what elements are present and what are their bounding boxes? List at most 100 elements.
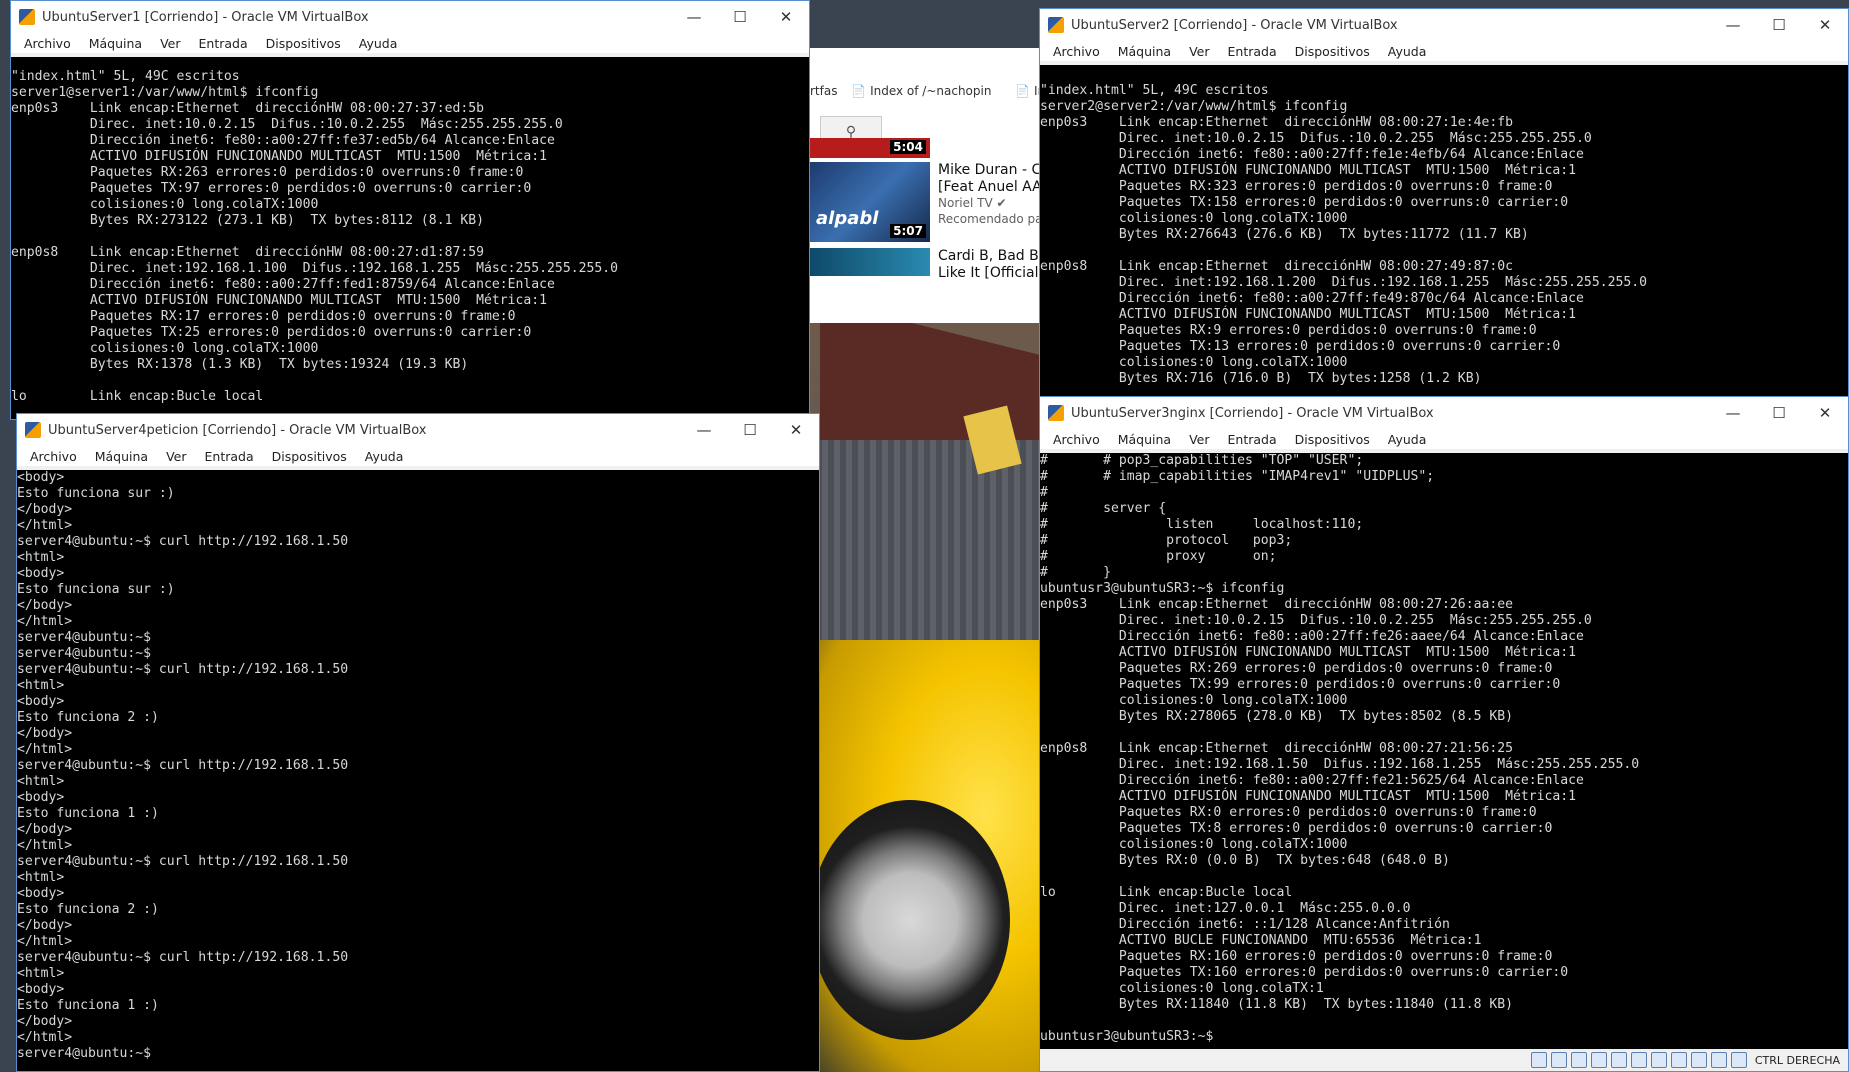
video-channel[interactable]: Noriel TV ✔ — [938, 196, 1007, 210]
console-line: server2@server2:/var/www/html$ ifconfig — [1040, 99, 1348, 114]
menu-maquina[interactable]: Máquina — [89, 36, 142, 51]
bookmark-item[interactable]: 📄 Index of /~nachopin — [851, 84, 1001, 98]
menu-dispositivos[interactable]: Dispositivos — [266, 36, 341, 51]
menu-archivo[interactable]: Archivo — [1053, 432, 1100, 447]
hard-disk-icon[interactable] — [1530, 1052, 1547, 1068]
menu-ver[interactable]: Ver — [166, 449, 186, 464]
console-line: </body> — [17, 1014, 73, 1029]
video-title[interactable]: Mike Duran - Culp [Feat Anuel AA, Ño — [938, 162, 1050, 196]
virtualbox-icon — [1048, 405, 1064, 421]
maximize-button[interactable]: ☐ — [717, 1, 763, 33]
console-line: Paquetes RX:9 errores:0 perdidos:0 overr… — [1040, 323, 1537, 338]
maximize-button[interactable]: ☐ — [1756, 9, 1802, 41]
shared-folders-icon[interactable] — [1630, 1052, 1647, 1068]
console-line: <html> — [17, 774, 65, 789]
close-button[interactable]: ✕ — [773, 414, 819, 446]
maximize-button[interactable]: ☐ — [1756, 397, 1802, 429]
cpu-icon[interactable] — [1690, 1052, 1707, 1068]
menu-entrada[interactable]: Entrada — [1228, 44, 1277, 59]
menu-dispositivos[interactable]: Dispositivos — [1295, 432, 1370, 447]
console-line: Bytes RX:0 (0.0 B) TX bytes:648 (648.0 B… — [1040, 853, 1450, 868]
console-line: Paquetes RX:17 errores:0 perdidos:0 over… — [11, 309, 516, 324]
optical-drive-icon[interactable] — [1550, 1052, 1567, 1068]
recording-icon[interactable] — [1670, 1052, 1687, 1068]
menu-entrada[interactable]: Entrada — [205, 449, 254, 464]
menu-maquina[interactable]: Máquina — [1118, 432, 1171, 447]
console-line: </body> — [17, 502, 73, 517]
menu-entrada[interactable]: Entrada — [199, 36, 248, 51]
console-line: server4@ubuntu:~$ curl http://192.168.1.… — [17, 662, 349, 677]
menu-archivo[interactable]: Archivo — [1053, 44, 1100, 59]
title-bar[interactable]: UbuntuServer4peticion [Corriendo] - Orac… — [17, 414, 819, 446]
console-line: server4@ubuntu:~$ — [17, 630, 152, 645]
keyboard-icon[interactable] — [1730, 1052, 1747, 1068]
maximize-button[interactable]: ☐ — [727, 414, 773, 446]
bookmark-item[interactable]: rtfas — [810, 84, 837, 98]
network-icon[interactable] — [1590, 1052, 1607, 1068]
menu-dispositivos[interactable]: Dispositivos — [1295, 44, 1370, 59]
console-line: Dirección inet6: fe80::a00:27ff:fe49:870… — [1040, 291, 1584, 306]
menu-ayuda[interactable]: Ayuda — [1388, 44, 1427, 59]
console-line: <body> — [17, 470, 65, 485]
console-line: # } — [1040, 565, 1111, 580]
vbox-window-server3nginx[interactable]: UbuntuServer3nginx [Corriendo] - Oracle … — [1039, 396, 1849, 1072]
close-button[interactable]: ✕ — [1802, 397, 1848, 429]
video-thumbnail[interactable]: alpabl 5:07 — [810, 162, 930, 242]
window-title: UbuntuServer2 [Corriendo] - Oracle VM Vi… — [1071, 17, 1398, 33]
menu-ver[interactable]: Ver — [1189, 44, 1209, 59]
display-icon[interactable] — [1650, 1052, 1667, 1068]
console-line: Direc. inet:10.0.2.15 Difus.:10.0.2.255 … — [1040, 613, 1592, 628]
menu-dispositivos[interactable]: Dispositivos — [272, 449, 347, 464]
vm-console[interactable]: <body> Esto funciona sur :) </body> </html>… — [17, 470, 819, 1071]
console-line: colisiones:0 long.colaTX:1000 — [11, 197, 319, 212]
menu-entrada[interactable]: Entrada — [1228, 432, 1277, 447]
menu-ver[interactable]: Ver — [1189, 432, 1209, 447]
menu-bar: Archivo Máquina Ver Entrada Dispositivos… — [17, 446, 819, 466]
console-line: Direc. inet:192.168.1.200 Difus.:192.168… — [1040, 275, 1647, 290]
vbox-window-server1[interactable]: UbuntuServer1 [Corriendo] - Oracle VM Vi… — [10, 0, 810, 420]
menu-archivo[interactable]: Archivo — [24, 36, 71, 51]
console-line: </body> — [17, 726, 73, 741]
vbox-window-server4peticion[interactable]: UbuntuServer4peticion [Corriendo] - Orac… — [16, 413, 820, 1072]
console-line: Paquetes TX:99 errores:0 perdidos:0 over… — [1040, 677, 1561, 692]
title-bar[interactable]: UbuntuServer1 [Corriendo] - Oracle VM Vi… — [11, 1, 809, 33]
console-line: server4@ubuntu:~$ curl http://192.168.1.… — [17, 950, 349, 965]
menu-maquina[interactable]: Máquina — [1118, 44, 1171, 59]
vbox-window-server2[interactable]: UbuntuServer2 [Corriendo] - Oracle VM Vi… — [1039, 8, 1849, 398]
close-button[interactable]: ✕ — [763, 1, 809, 33]
console-line: Paquetes TX:160 errores:0 perdidos:0 ove… — [1040, 965, 1569, 980]
video-title-line: [Feat Anuel AA, Ño — [938, 179, 1050, 195]
video-thumbnail[interactable]: 5:04 — [810, 138, 930, 158]
menu-ayuda[interactable]: Ayuda — [1388, 432, 1427, 447]
vm-console[interactable]: "index.html" 5L, 49C escritos server2@ser… — [1040, 65, 1848, 397]
title-bar[interactable]: UbuntuServer2 [Corriendo] - Oracle VM Vi… — [1040, 9, 1848, 41]
console-line: enp0s8 Link encap:Ethernet direcciónHW 0… — [11, 245, 484, 260]
console-line: Dirección inet6: fe80::a00:27ff:fed1:875… — [11, 277, 555, 292]
video-title[interactable]: Cardi B, Bad Bunn Like It [Official Au — [938, 248, 1050, 282]
close-button[interactable]: ✕ — [1802, 9, 1848, 41]
console-line: Paquetes RX:160 errores:0 perdidos:0 ove… — [1040, 949, 1553, 964]
channel-name: Noriel TV — [938, 196, 993, 210]
virtualbox-icon — [1048, 17, 1064, 33]
menu-ayuda[interactable]: Ayuda — [359, 36, 398, 51]
video-thumbnail[interactable] — [810, 248, 930, 276]
menu-ver[interactable]: Ver — [160, 36, 180, 51]
vm-console[interactable]: "index.html" 5L, 49C escritos server1@ser… — [11, 57, 809, 419]
menu-maquina[interactable]: Máquina — [95, 449, 148, 464]
minimize-button[interactable]: — — [1710, 397, 1756, 429]
minimize-button[interactable]: — — [681, 414, 727, 446]
title-bar[interactable]: UbuntuServer3nginx [Corriendo] - Oracle … — [1040, 397, 1848, 429]
audio-icon[interactable] — [1570, 1052, 1587, 1068]
mouse-integration-icon[interactable] — [1710, 1052, 1727, 1068]
console-line: Paquetes TX:25 errores:0 perdidos:0 over… — [11, 325, 532, 340]
host-key-label: CTRL DERECHA — [1754, 1053, 1840, 1067]
menu-archivo[interactable]: Archivo — [30, 449, 77, 464]
vm-console[interactable]: # # pop3_capabilities "TOP" "USER"; # # i… — [1040, 453, 1848, 1049]
minimize-button[interactable]: — — [1710, 9, 1756, 41]
minimize-button[interactable]: — — [671, 1, 717, 33]
menu-ayuda[interactable]: Ayuda — [365, 449, 404, 464]
console-line: ubuntusr3@ubuntuSR3:~$ ifconfig — [1040, 581, 1285, 596]
usb-icon[interactable] — [1610, 1052, 1627, 1068]
console-line: # server { — [1040, 501, 1167, 516]
